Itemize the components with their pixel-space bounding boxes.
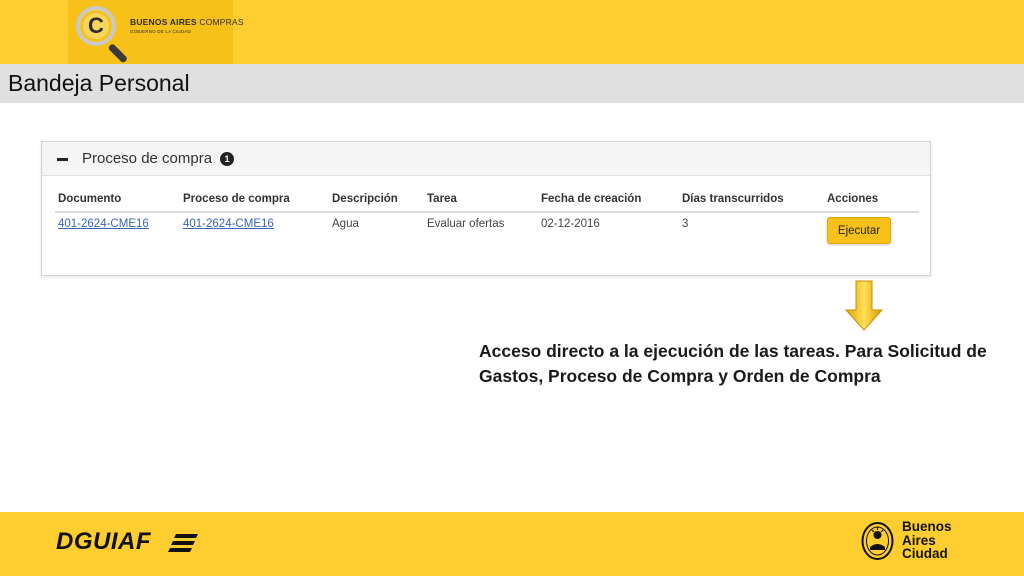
column-header-acciones: Acciones — [827, 193, 879, 205]
tarea-cell: Evaluar ofertas — [427, 218, 505, 230]
header-band: C BUENOS AIRES COMPRAS GOBIERNO DE LA CI… — [0, 0, 1024, 64]
title-bar: Bandeja Personal — [0, 64, 1024, 103]
documento-link[interactable]: 401-2624-CME16 — [58, 218, 149, 230]
page-title: Bandeja Personal — [8, 70, 190, 96]
column-header-proceso: Proceso de compra — [183, 193, 290, 205]
count-badge: 1 — [220, 152, 234, 166]
dias-cell: 3 — [682, 218, 689, 230]
magnifier-icon: C — [76, 6, 116, 46]
magnifier-handle-icon — [107, 43, 129, 64]
callout-text: Acceso directo a la ejecución de las tar… — [479, 341, 987, 386]
dguiaf-stripes-icon — [168, 534, 198, 552]
ciudad-seal-icon — [861, 522, 894, 560]
fecha-cell: 02-12-2016 — [541, 218, 600, 230]
logo-title: BUENOS AIRES COMPRAS — [130, 17, 244, 27]
descripcion-cell: Agua — [332, 218, 359, 230]
buenos-aires-compras-logo: C BUENOS AIRES COMPRAS GOBIERNO DE LA CI… — [68, 0, 244, 64]
panel-title: Proceso de compra — [82, 150, 213, 167]
column-header-dias: Días transcurridos — [682, 193, 784, 205]
proceso-panel: Proceso de compra 1 Documento Proceso de… — [41, 141, 931, 276]
logo-letter: C — [88, 13, 104, 38]
collapse-icon[interactable] — [57, 158, 68, 161]
dguiaf-logo: DGUIAF — [56, 528, 151, 555]
buenos-aires-ciudad-logo: Buenos Aires Ciudad — [902, 519, 952, 561]
column-header-fecha: Fecha de creación — [541, 193, 642, 205]
footer-band: DGUIAF Buenos Aires Ciudad — [0, 512, 1024, 576]
header-divider — [55, 211, 919, 213]
logo-subtitle: GOBIERNO DE LA CIUDAD — [130, 29, 191, 34]
proceso-link[interactable]: 401-2624-CME16 — [183, 218, 274, 230]
panel-header[interactable]: Proceso de compra 1 — [42, 142, 930, 176]
ejecutar-button[interactable]: Ejecutar — [827, 217, 891, 244]
column-header-tarea: Tarea — [427, 193, 457, 205]
arrow-down-icon — [844, 280, 884, 331]
column-header-descripcion: Descripción — [332, 193, 398, 205]
column-header-documento: Documento — [58, 193, 122, 205]
